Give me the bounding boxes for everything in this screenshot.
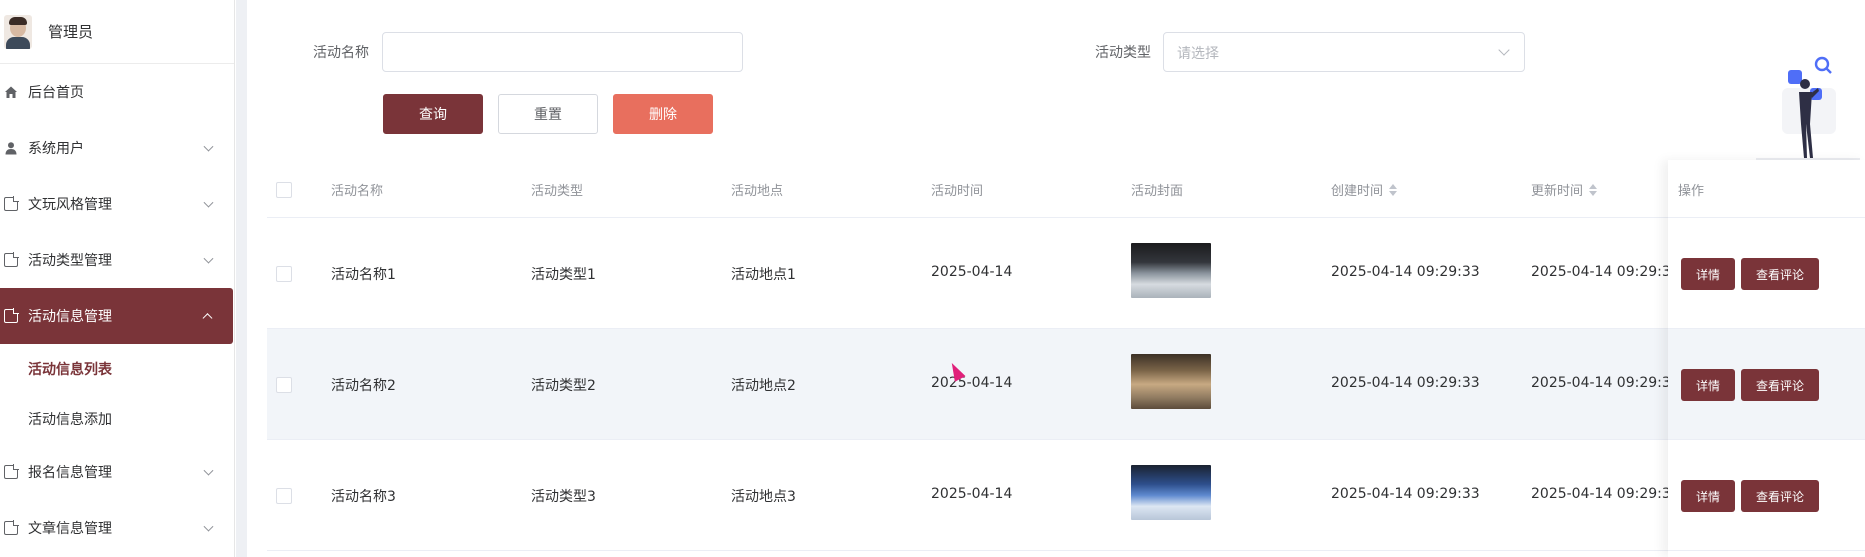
- detail-button[interactable]: 详情: [1681, 258, 1735, 290]
- sidebar-item-label: 文玩风格管理: [28, 197, 112, 213]
- sidebar-item-style-management[interactable]: 文玩风格管理: [0, 176, 234, 232]
- cell-activity-type: 活动类型3: [531, 489, 596, 505]
- home-icon: [4, 85, 18, 99]
- row-checkbox[interactable]: [276, 377, 292, 393]
- cell-created-time: 2025-04-14 09:29:33: [1331, 486, 1480, 502]
- cell-updated-time: 2025-04-14 09:29:3: [1531, 375, 1671, 391]
- sidebar-item-activity-type-management[interactable]: 活动类型管理: [0, 232, 234, 288]
- document-icon: [4, 308, 19, 323]
- cell-activity-date: 2025-04-14: [931, 264, 1013, 280]
- table-row: 详情 查看评论: [1668, 440, 1865, 551]
- sidebar: 管理员 后台首页 系统用户 文玩风格管理 活动类型管理 活动信息管理 活动信息列…: [0, 0, 235, 557]
- sidebar-item-label: 文章信息管理: [28, 521, 112, 537]
- cell-created-time: 2025-04-14 09:29:33: [1331, 264, 1480, 280]
- activity-cover-image[interactable]: [1131, 354, 1211, 409]
- row-checkbox[interactable]: [276, 266, 292, 282]
- activity-name-input[interactable]: [382, 32, 743, 72]
- document-icon: [4, 252, 19, 267]
- sidebar-item-system-users[interactable]: 系统用户: [0, 120, 234, 176]
- view-comments-button[interactable]: 查看评论: [1741, 480, 1819, 512]
- header-activity-type: 活动类型: [531, 184, 584, 199]
- row-checkbox[interactable]: [276, 488, 292, 504]
- document-icon: [4, 196, 19, 211]
- query-button[interactable]: 查询: [383, 94, 483, 134]
- cell-updated-time: 2025-04-14 09:29:3: [1531, 264, 1671, 280]
- cell-activity-name: 活动名称3: [331, 489, 396, 505]
- document-icon: [4, 520, 19, 535]
- chevron-down-icon: [203, 253, 214, 264]
- sidebar-scrollbar[interactable]: [236, 0, 247, 557]
- cell-activity-place: 活动地点1: [731, 267, 796, 283]
- chevron-down-icon: [203, 141, 214, 152]
- sidebar-item-label: 报名信息管理: [28, 465, 112, 481]
- user-profile: 管理员: [0, 0, 234, 64]
- user-name: 管理员: [48, 23, 94, 41]
- sidebar-item-label: 后台首页: [28, 85, 84, 101]
- sidebar-item-article-management[interactable]: 文章信息管理: [0, 500, 234, 556]
- reset-button[interactable]: 重置: [498, 94, 598, 134]
- view-comments-button[interactable]: 查看评论: [1741, 258, 1819, 290]
- cell-updated-time: 2025-04-14 09:29:3: [1531, 486, 1671, 502]
- table-row: 详情 查看评论: [1668, 329, 1865, 440]
- table-row: 活动名称2 活动类型2 活动地点2 2025-04-14 2025-04-14 …: [267, 329, 1865, 440]
- chevron-down-icon: [203, 465, 214, 476]
- sidebar-subitem-activity-add[interactable]: 活动信息添加: [0, 394, 234, 444]
- sidebar-item-label: 系统用户: [28, 141, 84, 157]
- user-icon: [4, 141, 18, 155]
- operation-header: 操作: [1668, 160, 1865, 218]
- sidebar-item-label: 活动类型管理: [28, 253, 112, 269]
- cell-created-time: 2025-04-14 09:29:33: [1331, 375, 1480, 391]
- cell-activity-place: 活动地点2: [731, 378, 796, 394]
- chevron-down-icon: [1498, 44, 1510, 56]
- header-updated-time[interactable]: 更新时间: [1531, 180, 1598, 199]
- avatar: [4, 14, 32, 49]
- document-icon: [4, 464, 19, 479]
- header-created-time[interactable]: 创建时间: [1331, 180, 1398, 199]
- activity-type-placeholder: 请选择: [1177, 46, 1219, 62]
- header-activity-date: 活动时间: [931, 184, 984, 199]
- cell-activity-type: 活动类型1: [531, 267, 596, 283]
- table-row: 活动名称3 活动类型3 活动地点3 2025-04-14 2025-04-14 …: [267, 440, 1865, 551]
- header-label: 更新时间: [1531, 184, 1584, 199]
- delete-button[interactable]: 删除: [613, 94, 713, 134]
- cell-activity-type: 活动类型2: [531, 378, 596, 394]
- sort-icon[interactable]: [1389, 183, 1398, 196]
- detail-button[interactable]: 详情: [1681, 480, 1735, 512]
- activity-cover-image[interactable]: [1131, 243, 1211, 298]
- sidebar-item-registration-management[interactable]: 报名信息管理: [0, 444, 234, 500]
- header-label: 创建时间: [1331, 184, 1384, 199]
- search-person-illustration: [1752, 48, 1862, 160]
- sidebar-item-label: 活动信息管理: [28, 309, 112, 325]
- activity-type-label: 活动类型: [1095, 45, 1151, 61]
- cell-activity-name: 活动名称2: [331, 378, 396, 394]
- header-activity-cover: 活动封面: [1131, 184, 1184, 199]
- activity-name-label: 活动名称: [313, 45, 369, 61]
- activity-table: 活动名称 活动类型 活动地点 活动时间 活动封面 创建时间 更新时间 活动名称1…: [267, 160, 1865, 551]
- sidebar-item-home[interactable]: 后台首页: [0, 64, 234, 120]
- header-operation: 操作: [1678, 184, 1705, 199]
- sort-icon[interactable]: [1589, 183, 1598, 196]
- cell-activity-date: 2025-04-14: [931, 375, 1013, 391]
- activity-cover-image[interactable]: [1131, 465, 1211, 520]
- sidebar-item-activity-info-management[interactable]: 活动信息管理: [0, 288, 233, 344]
- sidebar-subitem-activity-list[interactable]: 活动信息列表: [0, 344, 234, 394]
- cell-activity-name: 活动名称1: [331, 267, 396, 283]
- cell-activity-date: 2025-04-14: [931, 486, 1013, 502]
- cell-activity-place: 活动地点3: [731, 489, 796, 505]
- table-row: 详情 查看评论: [1668, 218, 1865, 329]
- header-activity-name: 活动名称: [331, 184, 384, 199]
- table-header: 活动名称 活动类型 活动地点 活动时间 活动封面 创建时间 更新时间: [267, 160, 1865, 218]
- chevron-down-icon: [203, 521, 214, 532]
- chevron-down-icon: [203, 197, 214, 208]
- activity-type-select[interactable]: 请选择: [1163, 32, 1525, 72]
- chevron-up-icon: [202, 313, 213, 324]
- table-row: 活动名称1 活动类型1 活动地点1 2025-04-14 2025-04-14 …: [267, 218, 1865, 329]
- operation-column: 操作 详情 查看评论 详情 查看评论 详情 查看评论: [1668, 160, 1865, 557]
- view-comments-button[interactable]: 查看评论: [1741, 369, 1819, 401]
- main-content: 活动名称 活动类型 请选择 查询 重置 删除 活动名称 活动类型 活动地点 活动…: [248, 0, 1865, 557]
- select-all-checkbox[interactable]: [276, 182, 292, 198]
- detail-button[interactable]: 详情: [1681, 369, 1735, 401]
- header-activity-place: 活动地点: [731, 184, 784, 199]
